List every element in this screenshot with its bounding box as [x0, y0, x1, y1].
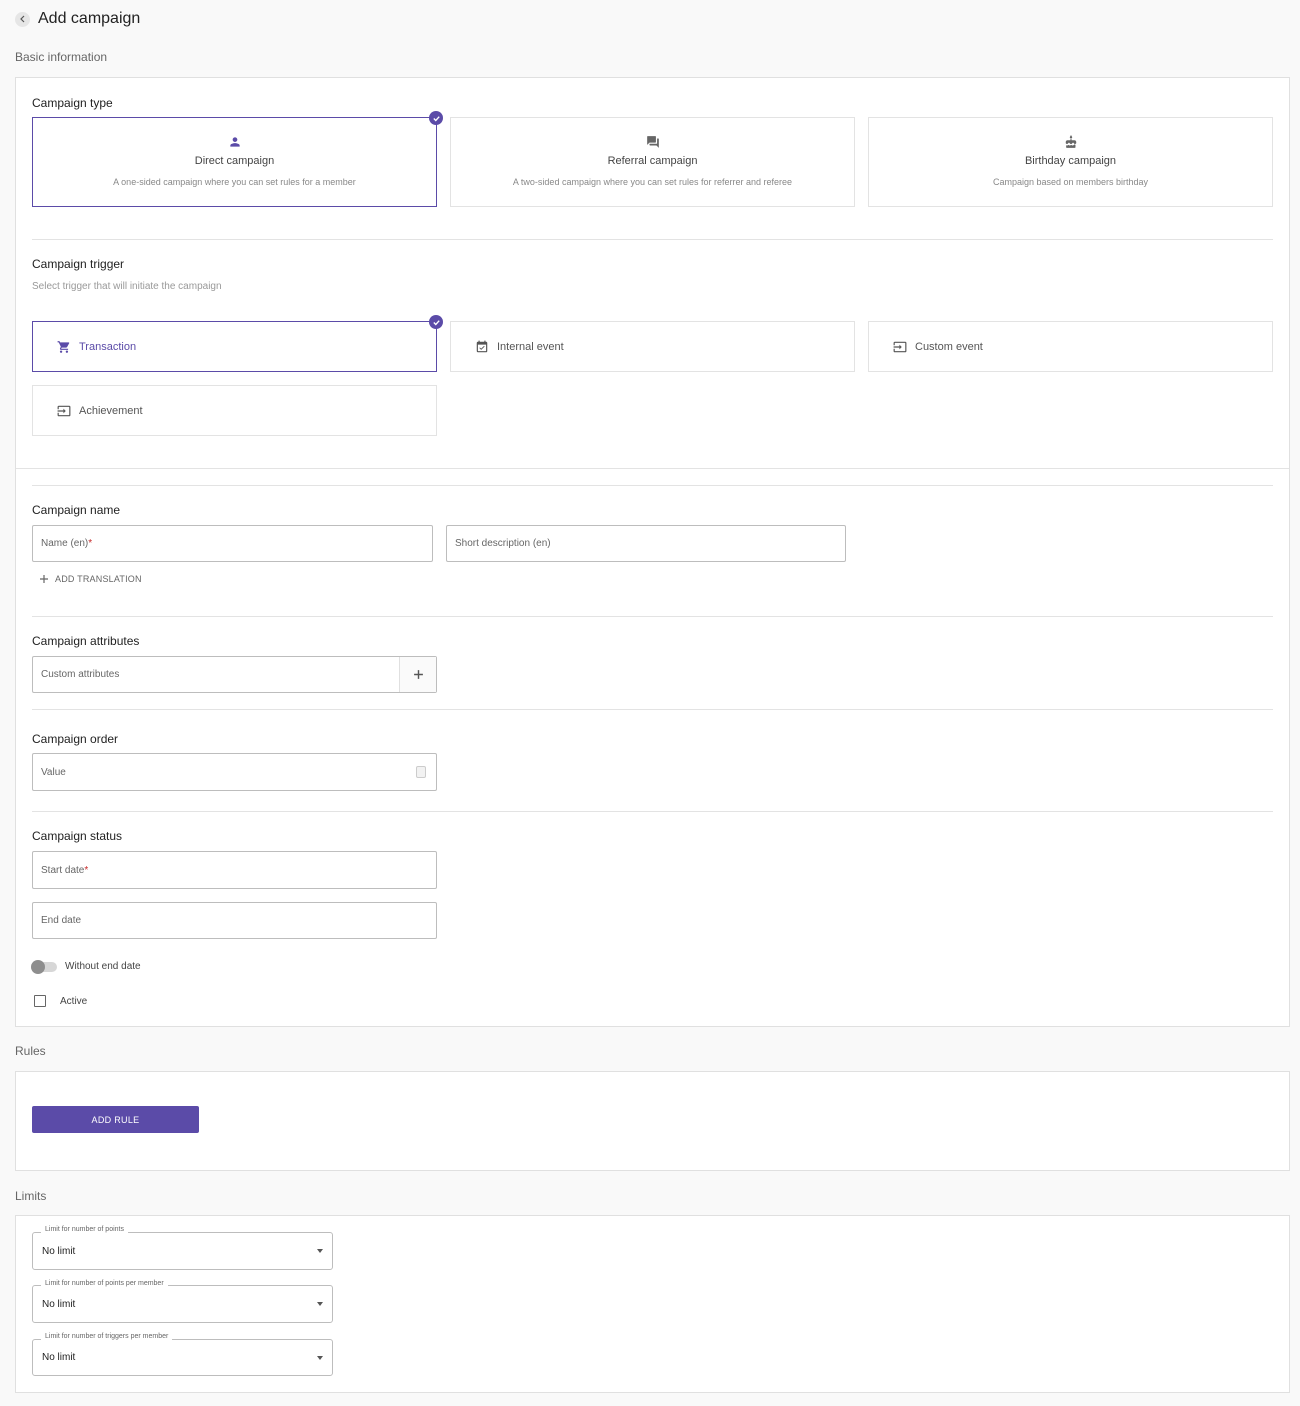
trigger-card-achievement[interactable]: Achievement — [32, 385, 437, 436]
back-button[interactable] — [15, 11, 30, 27]
divider — [32, 709, 1273, 710]
input-icon — [893, 341, 907, 352]
campaign-type-title: Campaign type — [32, 96, 113, 110]
chevron-left-icon — [19, 15, 24, 23]
campaign-trigger-hint: Select trigger that will initiate the ca… — [32, 281, 222, 292]
limit-points-label: Limit for number of points — [41, 1226, 128, 1233]
name-input[interactable]: Name (en) * — [32, 525, 433, 562]
required-mark: * — [88, 538, 93, 549]
campaign-order-input[interactable]: Value — [32, 753, 437, 791]
type-name: Referral campaign — [607, 155, 698, 167]
type-name: Birthday campaign — [1024, 155, 1117, 167]
type-card-referral[interactable]: Referral campaign A two-sided campaign w… — [450, 117, 855, 207]
select-value: No limit — [42, 1245, 76, 1257]
limit-triggers-per-member-select[interactable]: No limit — [32, 1339, 333, 1376]
caret-down-icon — [317, 1249, 323, 1253]
limit-points-per-member-label: Limit for number of points per member — [41, 1280, 168, 1287]
divider — [16, 468, 1289, 469]
trigger-card-internal-event[interactable]: Internal event — [450, 321, 855, 372]
input-icon — [57, 405, 71, 416]
divider — [32, 811, 1273, 812]
short-description-input[interactable]: Short description (en) — [446, 525, 846, 562]
page-header: Add campaign — [15, 10, 140, 28]
active-checkbox-row: Active — [34, 995, 87, 1007]
number-spinner-icon[interactable] — [416, 766, 426, 778]
select-value: No limit — [42, 1352, 76, 1363]
active-label: Active — [60, 995, 88, 1007]
short-description-placeholder: Short description (en) — [455, 538, 551, 549]
cake-icon — [1065, 135, 1076, 148]
plus-icon — [40, 575, 48, 583]
campaign-order-title: Campaign order — [32, 732, 119, 746]
caret-down-icon — [317, 1355, 323, 1360]
type-card-birthday[interactable]: Birthday campaign Campaign based on memb… — [868, 117, 1273, 207]
section-limits: Limits — [15, 1189, 47, 1203]
trigger-card-transaction[interactable]: Transaction — [32, 321, 437, 372]
start-date-input[interactable]: Start date * — [32, 851, 437, 889]
campaign-order-placeholder: Value — [41, 766, 66, 778]
divider — [32, 485, 1273, 486]
chat-icon — [646, 136, 659, 148]
person-icon — [229, 137, 240, 147]
end-date-placeholder: End date — [41, 915, 82, 926]
select-value: No limit — [42, 1298, 76, 1310]
limit-points-select[interactable]: No limit — [32, 1232, 333, 1270]
toggle-knob — [31, 959, 45, 974]
without-end-date-toggle-row: Without end date — [31, 959, 141, 974]
campaign-status-title: Campaign status — [32, 829, 123, 843]
calendar-check-icon — [476, 340, 488, 352]
section-basic-info: Basic information — [15, 50, 108, 64]
limit-triggers-per-member-label: Limit for number of triggers per member — [41, 1333, 173, 1340]
type-card-direct[interactable]: Direct campaign A one-sided campaign whe… — [32, 117, 437, 207]
page-title: Add campaign — [38, 10, 141, 27]
custom-attributes-placeholder: Custom attributes — [41, 669, 120, 680]
add-attribute-button[interactable] — [399, 657, 436, 692]
divider — [32, 616, 1273, 617]
end-date-input[interactable]: End date — [32, 902, 437, 939]
check-circle-icon — [429, 315, 443, 329]
limit-points-per-member-select[interactable]: No limit — [32, 1285, 333, 1323]
trigger-label: Internal event — [497, 340, 564, 353]
cart-icon — [57, 340, 70, 353]
name-placeholder: Name (en) — [41, 538, 89, 549]
campaign-name-title: Campaign name — [32, 503, 121, 517]
required-mark: * — [84, 864, 89, 876]
type-name: Direct campaign — [194, 155, 275, 167]
add-translation-button[interactable]: ADD TRANSLATION — [39, 574, 142, 584]
without-end-date-label: Without end date — [65, 961, 141, 972]
type-description: A two-sided campaign where you can set r… — [512, 177, 793, 187]
add-translation-label: ADD TRANSLATION — [55, 574, 142, 584]
trigger-label: Achievement — [79, 404, 143, 417]
campaign-attributes-title: Campaign attributes — [32, 634, 140, 648]
divider — [32, 239, 1273, 240]
without-end-date-toggle[interactable] — [31, 959, 57, 974]
add-rule-button[interactable]: ADD RULE — [32, 1106, 199, 1133]
rules-card — [15, 1071, 1290, 1171]
section-rules: Rules — [15, 1044, 46, 1058]
campaign-trigger-title: Campaign trigger — [32, 257, 125, 271]
caret-down-icon — [317, 1302, 323, 1306]
plus-icon — [413, 670, 423, 679]
trigger-label: Transaction — [79, 340, 137, 353]
active-checkbox[interactable] — [34, 995, 46, 1007]
type-description: A one-sided campaign where you can set r… — [113, 177, 356, 187]
trigger-card-custom-event[interactable]: Custom event — [868, 321, 1273, 372]
trigger-label: Custom event — [915, 340, 983, 353]
type-description: Campaign based on members birthday — [992, 177, 1149, 187]
custom-attributes-input[interactable]: Custom attributes — [32, 656, 437, 693]
check-circle-icon — [429, 111, 443, 125]
start-date-placeholder: Start date — [41, 864, 85, 876]
